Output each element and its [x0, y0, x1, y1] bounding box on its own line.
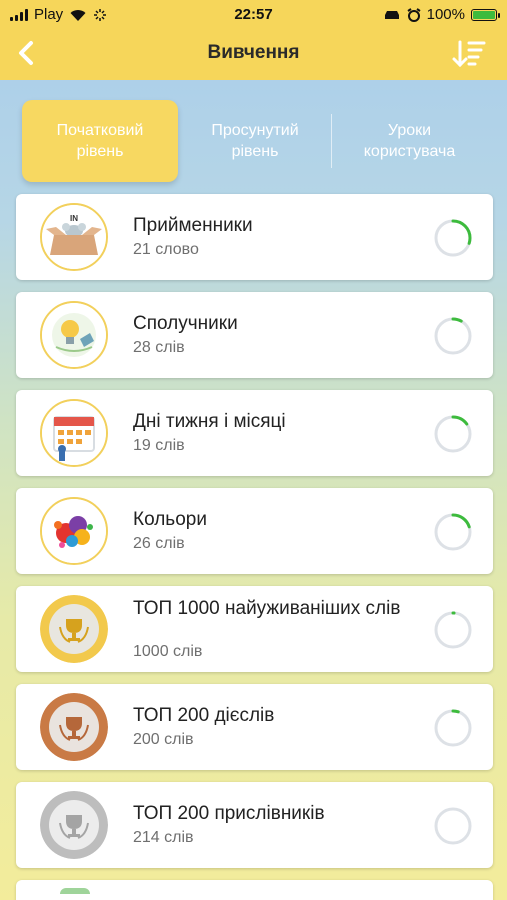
lesson-title: Сполучники — [133, 313, 238, 334]
lesson-word-count: 26 слів — [133, 535, 185, 552]
gold-trophy-icon — [40, 595, 108, 663]
tab-beginner[interactable]: Початковий рівень — [22, 100, 178, 182]
list-item[interactable]: Сполучники 28 слів — [16, 292, 493, 378]
progress-ring — [434, 709, 472, 747]
lesson-word-count: 28 слів — [133, 339, 185, 356]
alarm-icon — [407, 7, 421, 22]
progress-ring — [434, 415, 472, 453]
tab-label: Початковий рівень — [56, 122, 144, 160]
progress-ring-track — [434, 709, 472, 747]
list-item[interactable]: ТОП 1000 найуживаніших слів 1000 слів — [16, 586, 493, 672]
lesson-title: ТОП 200 прислівників — [133, 803, 325, 824]
battery-icon — [471, 8, 500, 21]
list-item[interactable]: ТОП 200 прислівників 214 слів — [16, 782, 493, 868]
progress-ring — [434, 513, 472, 551]
lesson-word-count: 21 слово — [133, 241, 199, 258]
header: Вивчення — [0, 28, 507, 78]
tab-advanced[interactable]: Просунутий рівень — [178, 100, 332, 182]
lesson-title: Дні тижня і місяці — [133, 411, 286, 432]
lesson-word-count: 19 слів — [133, 437, 185, 454]
page-title: Вивчення — [207, 42, 300, 63]
calendar-icon — [40, 399, 108, 467]
progress-ring-track — [434, 611, 472, 649]
progress-ring-track — [434, 807, 472, 845]
tab-label: Уроки користувача — [363, 122, 456, 160]
list-item[interactable] — [16, 880, 493, 900]
status-bar: Play 22:57 100% — [0, 0, 507, 28]
list-item[interactable]: IN Прийменники 21 слово — [16, 194, 493, 280]
progress-ring — [434, 807, 472, 845]
progress-ring — [434, 317, 472, 355]
lesson-word-count: 214 слів — [133, 829, 194, 846]
box-mouse-icon: IN — [40, 203, 108, 271]
lightbulb-icon — [40, 301, 108, 369]
lesson-title: Прийменники — [133, 215, 253, 236]
avatar-partial — [60, 888, 90, 894]
list-item[interactable]: ТОП 200 дієслів 200 слів — [16, 684, 493, 770]
bronze-trophy-icon — [40, 693, 108, 761]
lesson-title: Кольори — [133, 509, 207, 530]
sort-icon[interactable] — [451, 38, 487, 70]
battery-percent: 100% — [426, 6, 465, 23]
silver-trophy-icon — [40, 791, 108, 859]
tab-label: Просунутий рівень — [211, 122, 299, 160]
lesson-title: ТОП 200 дієслів — [133, 705, 275, 726]
progress-ring — [434, 611, 472, 649]
list-item[interactable]: Дні тижня і місяці 19 слів — [16, 390, 493, 476]
svg-text:IN: IN — [70, 214, 78, 223]
paint-splash-icon — [40, 497, 108, 565]
top-bar: Play 22:57 100% Вивчення — [0, 0, 507, 80]
progress-ring-track — [434, 317, 472, 355]
lesson-word-count: 1000 слів — [133, 643, 203, 660]
progress-ring — [434, 219, 472, 257]
car-icon — [384, 10, 399, 19]
level-tabs: Початковий рівень Просунутий рівень Урок… — [22, 100, 487, 182]
tab-user-lessons[interactable]: Уроки користувача — [332, 100, 487, 182]
lesson-title: ТОП 1000 найуживаніших слів — [133, 598, 401, 619]
list-item[interactable]: Кольори 26 слів — [16, 488, 493, 574]
lesson-word-count: 200 слів — [133, 731, 194, 748]
